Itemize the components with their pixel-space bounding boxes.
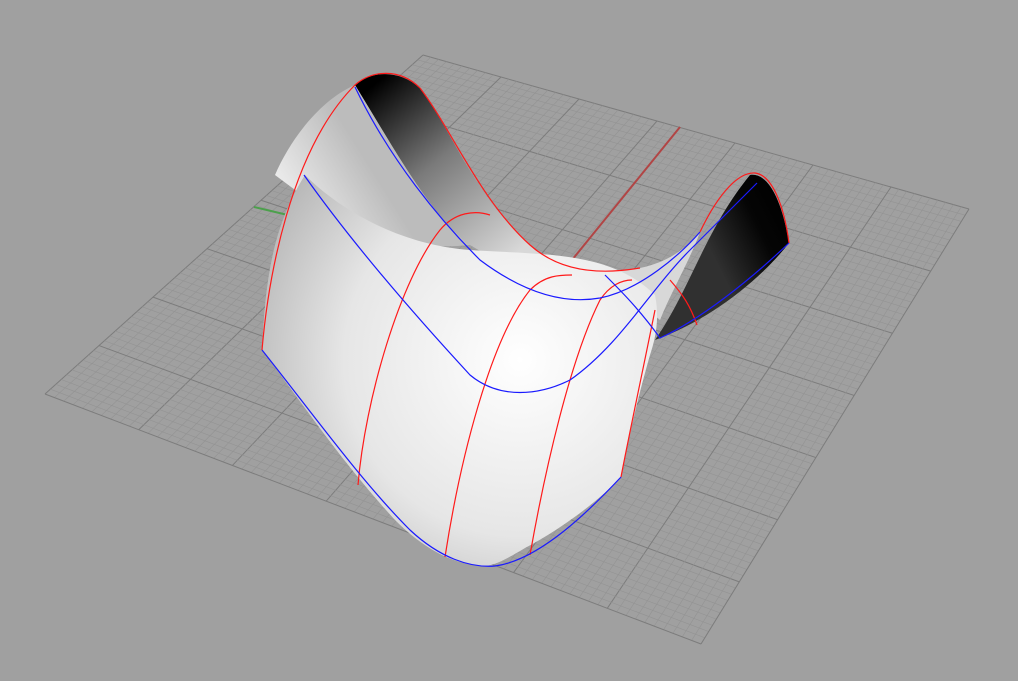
viewport-canvas[interactable] — [0, 0, 1018, 681]
3d-viewport[interactable] — [0, 0, 1018, 681]
